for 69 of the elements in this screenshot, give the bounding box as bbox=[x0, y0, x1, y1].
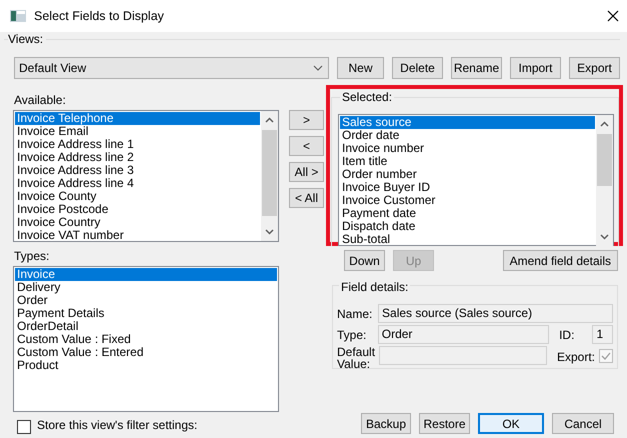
list-item[interactable]: Delivery bbox=[15, 281, 277, 294]
dialog-button[interactable]: Restore bbox=[419, 413, 470, 434]
group-label: Selected: bbox=[340, 90, 394, 104]
transfer-button[interactable]: < bbox=[289, 136, 324, 156]
selected-list[interactable]: Sales source Order date Invoice number Item title Order number Invoice Buyer ID Invoice Customer Payment date Dispatch date Sub-total bbox=[338, 114, 614, 246]
view-button[interactable]: Import bbox=[510, 57, 561, 79]
group-label: Field details: bbox=[339, 280, 410, 294]
field-label: Name: bbox=[337, 306, 374, 320]
list-item[interactable]: Invoice Address line 3 bbox=[15, 164, 260, 177]
field-label: ID: bbox=[559, 328, 574, 342]
list-item[interactable]: Invoice Email bbox=[15, 125, 260, 138]
view-button[interactable]: Export bbox=[569, 57, 620, 79]
dialog-button[interactable]: Cancel bbox=[552, 413, 614, 434]
list-item[interactable]: Invoice number bbox=[340, 142, 595, 155]
view-button[interactable]: New bbox=[337, 57, 384, 79]
list-item[interactable]: Invoice Customer bbox=[340, 194, 595, 207]
list-label: Available: bbox=[14, 93, 67, 106]
list-item[interactable]: Payment date bbox=[340, 207, 595, 220]
list-item[interactable]: Invoice Telephone bbox=[15, 112, 260, 125]
list-item[interactable]: Invoice Address line 2 bbox=[15, 151, 260, 164]
available-list[interactable]: Invoice Telephone Invoice Email Invoice Address line 1 Invoice Address line 2 Invoice Address line 3 Invoice Address line 4 Invoice County Invoice Postcode Invoice Country Invoice VAT number bbox=[13, 110, 279, 242]
list-item[interactable]: Invoice Postcode bbox=[15, 203, 260, 216]
name-field[interactable]: Sales source (Sales source) bbox=[378, 304, 613, 323]
window-title: Select Fields to Display bbox=[34, 9, 164, 23]
list-item[interactable]: Sub-total bbox=[340, 233, 595, 246]
list-item[interactable]: Payment Details bbox=[15, 307, 277, 320]
dialog-button[interactable]: Backup bbox=[361, 413, 411, 434]
list-item[interactable]: Custom Value : Entered bbox=[15, 346, 277, 359]
order-button[interactable]: Amend field details bbox=[502, 250, 618, 271]
list-item[interactable]: Invoice bbox=[15, 268, 277, 281]
list-item[interactable]: Item title bbox=[340, 155, 595, 168]
list-item[interactable]: Invoice Buyer ID bbox=[340, 181, 595, 194]
view-button[interactable]: Rename bbox=[451, 57, 502, 79]
list-item[interactable]: Invoice VAT number bbox=[15, 229, 260, 242]
scrollbar[interactable] bbox=[596, 115, 613, 246]
field-label: Default Value: bbox=[337, 346, 375, 370]
close-icon[interactable] bbox=[607, 10, 619, 22]
types-list[interactable]: Invoice Delivery Order Payment Details OrderDetail Custom Value : Fixed Custom Value : Entered Product bbox=[13, 266, 279, 412]
list-item[interactable]: Custom Value : Fixed bbox=[15, 333, 277, 346]
order-button[interactable]: Down bbox=[344, 250, 385, 271]
list-item[interactable]: Product bbox=[15, 359, 277, 372]
dialog-button[interactable]: OK bbox=[478, 413, 544, 434]
transfer-button[interactable]: > bbox=[289, 110, 324, 130]
view-dropdown[interactable]: Default View bbox=[14, 57, 329, 79]
type-field[interactable]: Order bbox=[378, 325, 550, 344]
transfer-button[interactable]: < All bbox=[289, 188, 324, 208]
scrollbar[interactable] bbox=[261, 111, 278, 241]
list-item[interactable]: Invoice Address line 1 bbox=[15, 138, 260, 151]
caret-icon[interactable] bbox=[313, 65, 323, 71]
list-label: Types: bbox=[14, 249, 50, 262]
list-item[interactable]: Invoice Address line 4 bbox=[15, 177, 260, 190]
group-label: Views: bbox=[8, 32, 46, 46]
list-item[interactable]: OrderDetail bbox=[15, 320, 277, 333]
default-value-field[interactable] bbox=[379, 346, 547, 365]
id-field[interactable]: 1 bbox=[592, 325, 613, 344]
field-label: Type: bbox=[337, 328, 368, 342]
list-item[interactable]: Dispatch date bbox=[340, 220, 595, 233]
list-item[interactable]: Order number bbox=[340, 168, 595, 181]
checkbox[interactable] bbox=[17, 420, 31, 434]
list-item[interactable]: Invoice Country bbox=[15, 216, 260, 229]
field-label: Export: bbox=[557, 350, 595, 364]
app-icon bbox=[10, 9, 26, 23]
list-item[interactable]: Order date bbox=[340, 129, 595, 142]
transfer-button[interactable]: All > bbox=[289, 162, 324, 182]
list-item[interactable]: Sales source bbox=[340, 116, 595, 129]
list-item[interactable]: Order bbox=[15, 294, 277, 307]
view-button[interactable]: Delete bbox=[392, 57, 443, 79]
list-item[interactable]: Invoice County bbox=[15, 190, 260, 203]
checkbox-label: Store this view's filter settings: bbox=[37, 418, 198, 431]
